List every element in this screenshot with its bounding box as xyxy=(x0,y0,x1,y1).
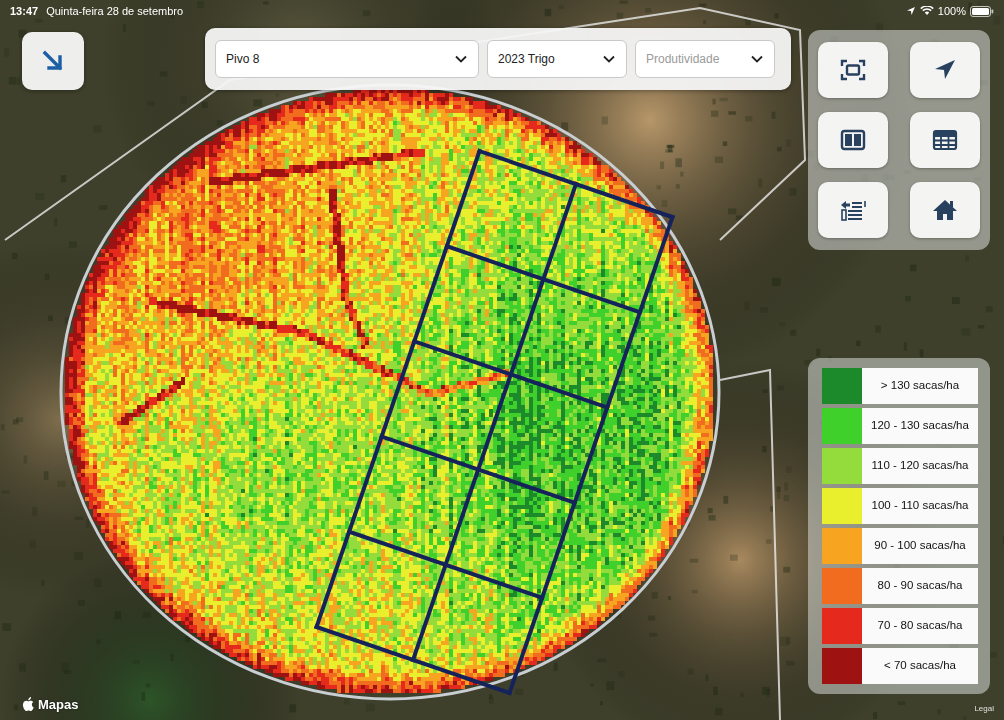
legend-item: > 130 sacas/ha xyxy=(822,368,978,404)
legend-label: 80 - 90 sacas/ha xyxy=(877,577,962,594)
layer-select[interactable]: Produtividade xyxy=(635,40,775,78)
legend-label: 100 - 110 sacas/ha xyxy=(872,497,969,514)
legend-swatch xyxy=(822,448,862,484)
legend-item: 70 - 80 sacas/ha xyxy=(822,608,978,644)
split-view-icon xyxy=(839,127,867,153)
battery-text: 100% xyxy=(938,3,966,20)
arrow-down-right-icon xyxy=(40,48,66,74)
select-value: Produtividade xyxy=(646,50,719,68)
table-icon xyxy=(931,127,959,153)
legend-label-box: > 130 sacas/ha xyxy=(862,368,978,404)
legend-label-box: < 70 sacas/ha xyxy=(862,648,978,684)
battery-icon xyxy=(970,6,994,17)
home-icon xyxy=(931,197,959,223)
status-left: 13:47 Quinta-feira 28 de setembro xyxy=(10,3,183,20)
legend-swatch xyxy=(822,648,862,684)
legal-link[interactable]: Legal xyxy=(974,703,994,715)
home-button[interactable] xyxy=(910,182,980,238)
navigation-arrow-icon xyxy=(931,57,959,83)
status-date: Quinta-feira 28 de setembro xyxy=(46,3,183,20)
legend-label-box: 110 - 120 sacas/ha xyxy=(862,448,978,484)
legend-label-box: 80 - 90 sacas/ha xyxy=(862,568,978,604)
legend-label-box: 70 - 80 sacas/ha xyxy=(862,608,978,644)
location-icon xyxy=(906,6,916,16)
chevron-down-icon xyxy=(454,54,468,64)
legend-label-box: 100 - 110 sacas/ha xyxy=(862,488,978,524)
maps-attribution[interactable]: Mapas xyxy=(22,695,78,715)
legend-label: 90 - 100 sacas/ha xyxy=(874,537,965,554)
legend-label-box: 90 - 100 sacas/ha xyxy=(862,528,978,564)
chevron-down-icon xyxy=(750,54,764,64)
select-value: Pivo 8 xyxy=(226,50,259,68)
legend-item: 100 - 110 sacas/ha xyxy=(822,488,978,524)
collapse-button[interactable] xyxy=(22,32,84,90)
status-bar: 13:47 Quinta-feira 28 de setembro 100% xyxy=(0,0,1004,20)
wifi-icon xyxy=(920,6,934,16)
legend-item: < 70 sacas/ha xyxy=(822,648,978,684)
legend-label: 110 - 120 sacas/ha xyxy=(872,457,969,474)
legend-item: 90 - 100 sacas/ha xyxy=(822,528,978,564)
legend-swatch xyxy=(822,528,862,564)
chevron-down-icon xyxy=(602,54,616,64)
select-value: 2023 Trigo xyxy=(498,50,555,68)
locate-button[interactable] xyxy=(910,42,980,98)
import-button[interactable] xyxy=(818,182,888,238)
legend-swatch xyxy=(822,568,862,604)
app-screen: 13:47 Quinta-feira 28 de setembro 100% Pivo… xyxy=(0,0,1004,720)
split-view-button[interactable] xyxy=(818,112,888,168)
legend-item: 120 - 130 sacas/ha xyxy=(822,408,978,444)
legend-swatch xyxy=(822,488,862,524)
legend-swatch xyxy=(822,368,862,404)
legend-swatch xyxy=(822,408,862,444)
legend-label: > 130 sacas/ha xyxy=(881,377,959,394)
tool-panel xyxy=(808,30,990,250)
legend-item: 110 - 120 sacas/ha xyxy=(822,448,978,484)
legend-label: < 70 sacas/ha xyxy=(884,657,956,674)
legend-item: 80 - 90 sacas/ha xyxy=(822,568,978,604)
tool-grid xyxy=(818,42,980,238)
field-select[interactable]: Pivo 8 xyxy=(215,40,479,78)
legend-swatch xyxy=(822,608,862,644)
season-select[interactable]: 2023 Trigo xyxy=(487,40,627,78)
maps-label: Mapas xyxy=(38,695,78,715)
legend-label: 120 - 130 sacas/ha xyxy=(871,417,969,434)
apple-logo-icon xyxy=(22,697,34,711)
fit-view-button[interactable] xyxy=(818,42,888,98)
status-time: 13:47 xyxy=(10,3,38,20)
filter-bar: Pivo 8 2023 Trigo Produtividade xyxy=(205,28,791,90)
legend-label-box: 120 - 130 sacas/ha xyxy=(862,408,978,444)
status-right: 100% xyxy=(906,3,994,20)
frame-icon xyxy=(839,57,867,83)
legend-panel: > 130 sacas/ha 120 - 130 sacas/ha 110 - 12… xyxy=(808,358,990,694)
legend-label: 70 - 80 sacas/ha xyxy=(877,617,962,634)
list-import-icon xyxy=(839,197,867,223)
table-button[interactable] xyxy=(910,112,980,168)
